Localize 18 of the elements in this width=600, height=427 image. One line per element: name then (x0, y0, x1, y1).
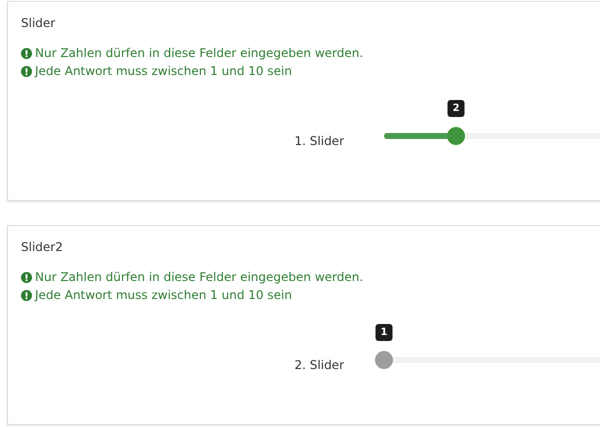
question-title: Slider (21, 16, 56, 30)
slider-control[interactable]: 2 (375, 100, 600, 148)
hint-text: Nur Zahlen dürfen in diese Felder eingegeben werden. (35, 269, 364, 286)
hint-text: Nur Zahlen dürfen in diese Felder eingegeben werden. (35, 45, 364, 62)
exclamation-icon (21, 290, 32, 300)
exclamation-icon (21, 272, 32, 282)
slider-label: 1. Slider (294, 134, 344, 148)
hint-text: Jede Antwort muss zwischen 1 und 10 sein (35, 63, 292, 80)
hint-text: Jede Antwort muss zwischen 1 und 10 sein (35, 287, 292, 304)
question-title: Slider2 (21, 240, 64, 254)
value-tooltip: 1 (376, 324, 392, 341)
exclamation-icon (21, 48, 32, 58)
slider-handle[interactable] (447, 127, 466, 145)
slider-handle[interactable] (375, 351, 393, 369)
slider-label: 2. Slider (294, 358, 344, 372)
exclamation-icon (21, 66, 32, 76)
slider-control[interactable]: 1 (375, 324, 600, 372)
value-tooltip: 2 (448, 100, 465, 117)
